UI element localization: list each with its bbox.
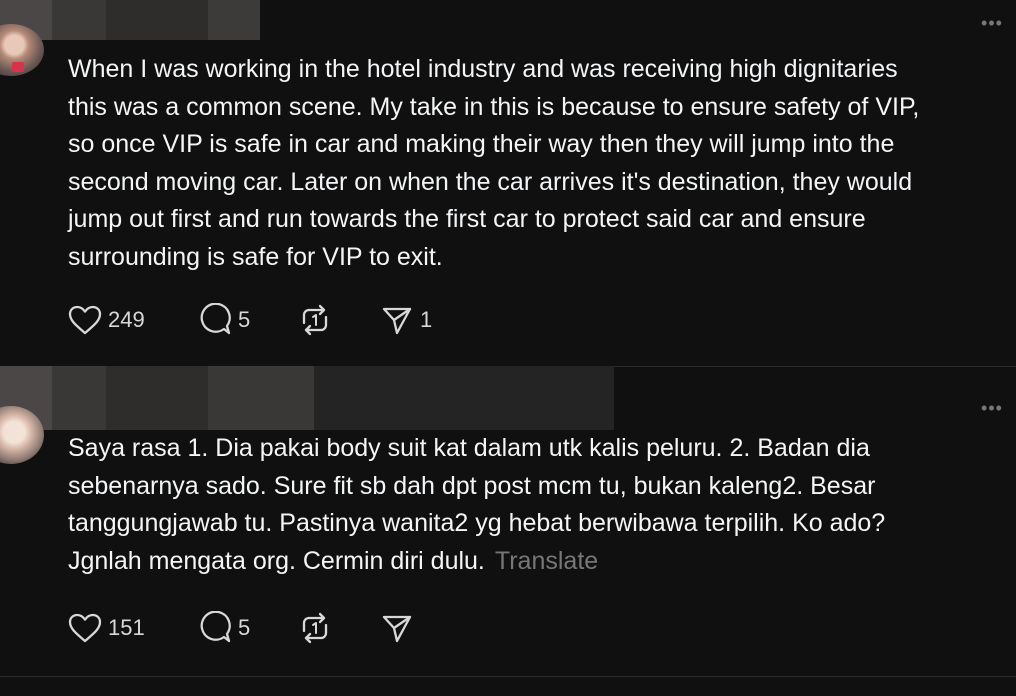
more-icon[interactable]: •••: [978, 399, 1006, 417]
repost-icon: [302, 612, 328, 644]
share-button[interactable]: 1: [380, 302, 462, 338]
like-count: 151: [108, 615, 145, 640]
share-button[interactable]: [380, 610, 462, 646]
reply-button[interactable]: 5: [198, 302, 298, 338]
reply-button[interactable]: 5: [198, 610, 298, 646]
post-body: When I was working in the hotel industry…: [68, 55, 920, 271]
post-card: Saya rasa 1. Dia pakai body suit kat dal…: [0, 366, 1016, 676]
like-button[interactable]: 249: [68, 302, 198, 338]
post-text: When I was working in the hotel industry…: [68, 51, 1008, 276]
post-divider: [0, 676, 1016, 677]
repost-button[interactable]: [298, 302, 380, 338]
reply-count: 5: [238, 307, 251, 332]
send-icon: [382, 307, 412, 335]
share-count: 1: [420, 307, 433, 332]
heart-icon: [68, 305, 102, 335]
comment-icon: [200, 611, 231, 643]
post-actions: 151 5: [68, 610, 462, 646]
repost-button[interactable]: [298, 610, 380, 646]
heart-icon: [68, 613, 102, 643]
reply-count: 5: [238, 615, 251, 640]
more-icon[interactable]: •••: [978, 14, 1006, 32]
post-body: Saya rasa 1. Dia pakai body suit kat dal…: [68, 434, 886, 575]
comment-icon: [200, 303, 231, 335]
post-actions: 249 5 1: [68, 302, 462, 338]
send-icon: [382, 615, 412, 643]
like-count: 249: [108, 307, 145, 332]
post-card: ••• When I was working in the hotel indu…: [0, 0, 1016, 366]
repost-icon: [302, 304, 328, 336]
blurred-header: [0, 366, 614, 430]
like-button[interactable]: 151: [68, 610, 198, 646]
translate-link[interactable]: Translate: [495, 547, 598, 575]
blurred-header: [0, 0, 260, 40]
post-text: Saya rasa 1. Dia pakai body suit kat dal…: [68, 430, 1008, 580]
